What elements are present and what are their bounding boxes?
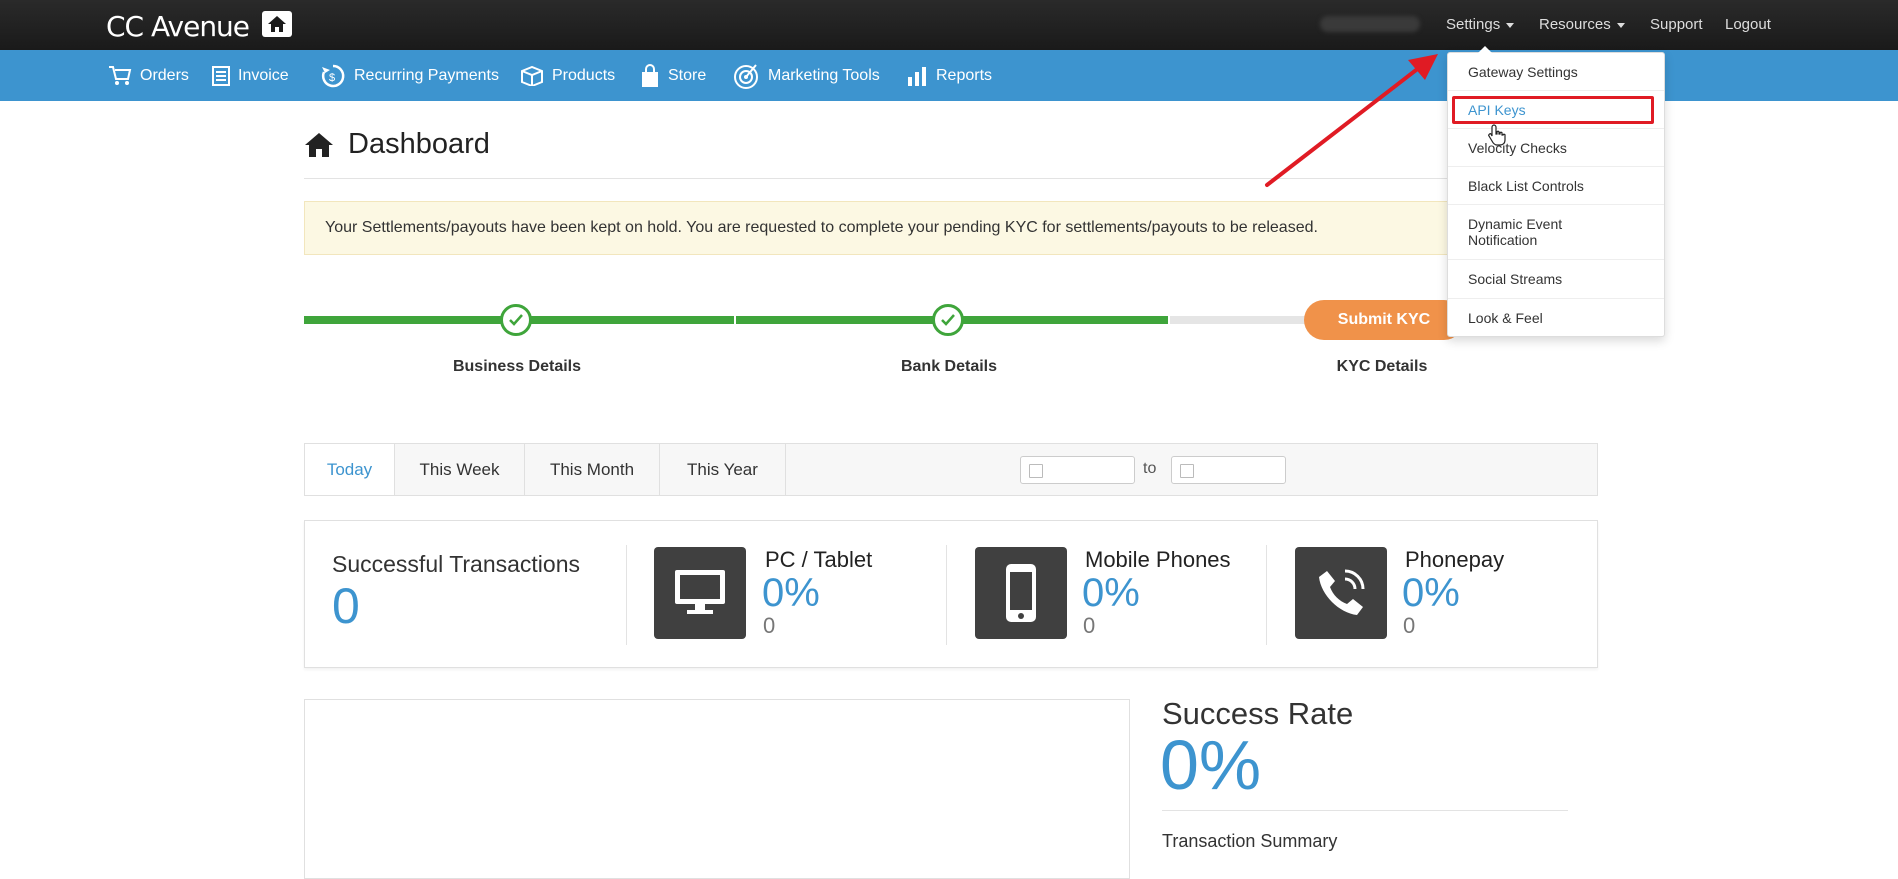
red-arrow-icon — [1265, 54, 1438, 187]
